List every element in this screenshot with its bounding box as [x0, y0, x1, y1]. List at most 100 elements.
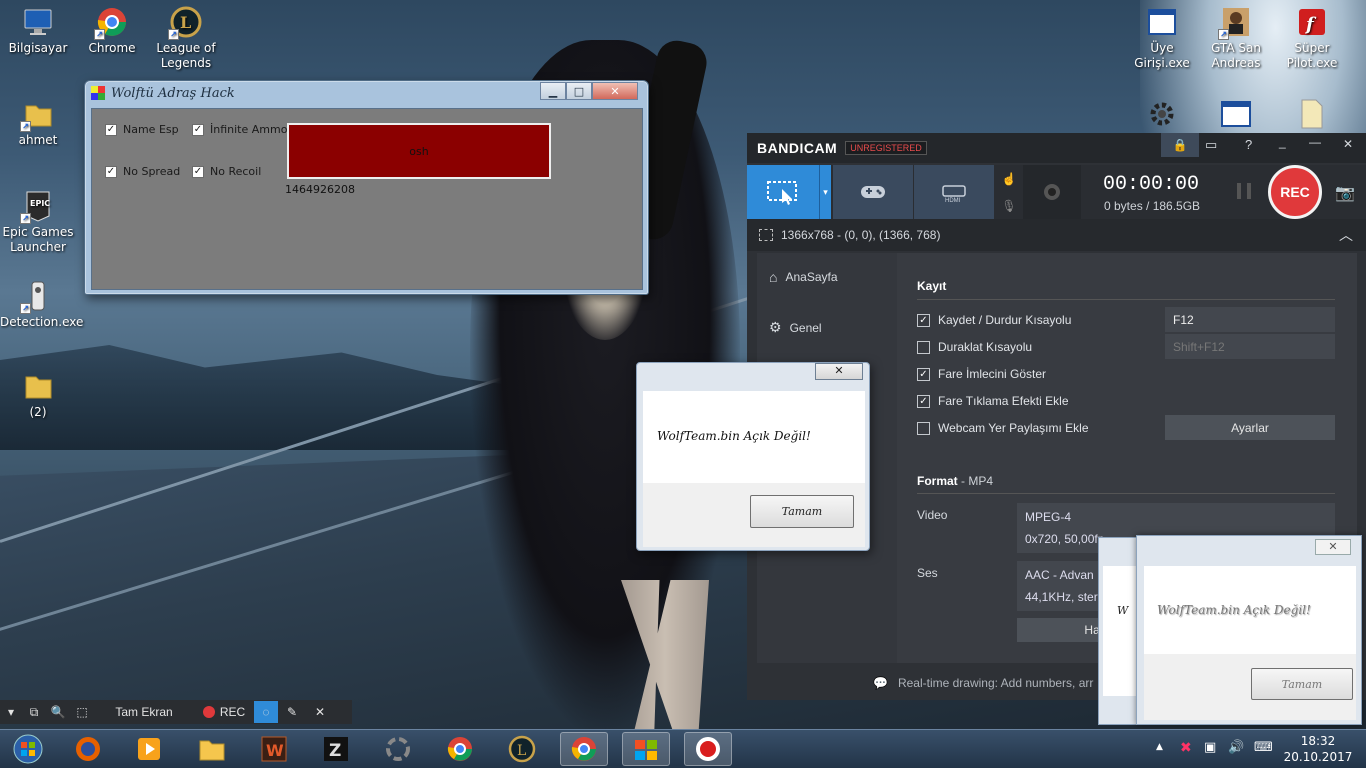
option-save-stop-shortcut[interactable]: ✓ Kaydet / Durdur Kısayolu	[917, 313, 1071, 327]
mic-icon[interactable]: 🎙	[997, 192, 1021, 219]
game-z-icon[interactable]: Z	[312, 732, 360, 766]
desktop-icon-folder-2[interactable]: (2)	[0, 370, 76, 420]
maximize-button[interactable]: □	[566, 82, 592, 100]
desktop-icon-ahmet[interactable]: ↗ ahmet	[0, 98, 76, 148]
loading-icon[interactable]	[374, 732, 422, 766]
option-click-effect[interactable]: ✓ Fare Tıklama Efekti Ekle	[917, 394, 1069, 408]
close-button[interactable]: ✕	[592, 82, 638, 100]
chrome-icon[interactable]	[560, 732, 608, 766]
footer-tip[interactable]: 💬 Real-time drawing: Add numbers, arr	[873, 676, 1093, 690]
chrome-icon: ↗	[94, 6, 128, 40]
chrome-icon[interactable]	[436, 732, 484, 766]
region-bar[interactable]: 1366x768 - (0, 0), (1366, 768) ︿	[747, 219, 1366, 251]
dialog-message: WolfTeam.bin Açık Değil!	[657, 429, 811, 443]
dialog-close-icon[interactable]: ✕	[815, 363, 863, 380]
checkbox-name-esp[interactable]: ✓ Name Esp	[105, 123, 179, 136]
league-icon[interactable]: L	[498, 732, 546, 766]
fullscreen-label[interactable]: Tam Ekran	[94, 705, 194, 719]
svg-text:W: W	[266, 741, 284, 760]
unregistered-badge: UNREGISTERED	[845, 141, 927, 155]
collapse-icon[interactable]: _	[1279, 135, 1286, 149]
folder-icon[interactable]: ▭	[1205, 137, 1217, 153]
windows-app-icon[interactable]	[622, 732, 670, 766]
option-pause-shortcut[interactable]: Duraklat Kısayolu	[917, 340, 1032, 354]
search-icon[interactable]: 🔍	[46, 705, 70, 719]
hotkey-field-record[interactable]: F12	[1165, 307, 1335, 332]
desktop-icon-detection[interactable]: ↗ Detection.exe	[0, 280, 83, 330]
pause-icon[interactable]	[1237, 183, 1251, 199]
dropdown-icon[interactable]: ▾	[0, 705, 22, 719]
svg-text:L: L	[517, 743, 526, 759]
bandicam-titlebar[interactable]: BANDICAM UNREGISTERED 🔒 ▭ ? _ — ✕	[747, 133, 1366, 163]
camera-icon[interactable]: 📷	[1335, 183, 1355, 203]
sidebar-item-genel[interactable]: ⚙ Genel	[769, 319, 822, 336]
ok-button[interactable]: Tamam	[750, 495, 854, 528]
desktop-icon-league[interactable]: L ↗ League of Legends	[148, 6, 224, 71]
settings-button[interactable]: Ayarlar	[1165, 415, 1335, 440]
ghost-close-icon[interactable]: ✕	[1315, 539, 1351, 555]
bandicam-rec-icon[interactable]	[684, 732, 732, 766]
toolbar-capture-icon[interactable]: ◌	[254, 701, 278, 723]
webcam-button[interactable]	[1023, 165, 1081, 219]
desktop-icon-label: Bilgisayar	[8, 41, 68, 55]
desktop-icon-label: Üye Girişi.exe	[1134, 41, 1190, 70]
file-size: 0 bytes / 186.5GB	[1104, 199, 1201, 213]
file-shortcut-icon[interactable]	[1296, 96, 1328, 130]
epic-games-icon: EPIC ↗	[20, 190, 54, 224]
screen-mode-dropdown[interactable]: ▾	[819, 165, 831, 219]
clock[interactable]: 18:32 20.10.2017	[1282, 733, 1354, 765]
chevron-up-icon[interactable]: ︿	[1339, 225, 1353, 245]
pencil-icon[interactable]: ✎	[278, 705, 306, 719]
game-w-icon[interactable]: W	[250, 732, 298, 766]
desktop-icon-chrome[interactable]: ↗ Chrome	[74, 6, 150, 56]
hotkey-field-pause[interactable]: Shift+F12	[1165, 334, 1335, 359]
desktop-icon-super-pilot[interactable]: f Süper Pilot.exe	[1274, 6, 1350, 71]
osh-button[interactable]: osh	[287, 123, 551, 179]
home-icon: ⌂	[769, 269, 778, 285]
minimize-button[interactable]: ▁	[540, 82, 566, 100]
desktop-icon-gta[interactable]: ↗ GTA San Andreas	[1198, 6, 1274, 71]
tray-app-icon[interactable]: ✖	[1180, 740, 1192, 756]
desktop-icon-epic[interactable]: EPIC ↗ Epic Games Launcher	[0, 190, 76, 255]
hack-window-client: ✓ Name Esp ✓ İnfinite Ammo ✓ No Spread ✓ No …	[91, 108, 643, 290]
window-app-icon	[1146, 6, 1178, 38]
sidebar-item-anasayfa[interactable]: ⌂ AnaSayfa	[769, 269, 838, 285]
cursor-icon[interactable]: ☝	[997, 165, 1021, 192]
close-icon[interactable]: ✕	[1343, 137, 1353, 151]
rec-button[interactable]: REC	[1268, 165, 1322, 219]
desktop-icon-label: Chrome	[88, 41, 136, 55]
media-player-icon[interactable]	[125, 732, 173, 766]
volume-icon[interactable]: 🔊	[1228, 740, 1244, 755]
region-select-icon[interactable]: ⬚	[70, 705, 94, 719]
option-show-cursor[interactable]: ✓ Fare İmlecini Göster	[917, 367, 1046, 381]
firefox-icon[interactable]	[64, 732, 112, 766]
desktop-icon-uye-girisi[interactable]: Üye Girişi.exe	[1124, 6, 1200, 71]
tray-expand-icon[interactable]: ▲	[1156, 742, 1163, 752]
window-icon[interactable]: ⧉	[22, 705, 46, 720]
gear-shortcut-icon[interactable]	[1146, 98, 1178, 130]
hdmi-mode-button[interactable]: HDMI	[914, 165, 994, 219]
network-icon[interactable]: ▣	[1204, 740, 1216, 755]
toolbar-rec-button[interactable]: REC	[194, 705, 254, 719]
screen-mode-button[interactable]	[747, 165, 819, 219]
divider	[917, 493, 1335, 494]
svg-text:EPIC: EPIC	[30, 199, 50, 208]
desktop-icon-bilgisayar[interactable]: Bilgisayar	[0, 6, 76, 56]
minimize-icon[interactable]: —	[1309, 135, 1321, 149]
desktop-icon-label: Epic Games Launcher	[2, 225, 74, 254]
windows-start-icon[interactable]	[4, 732, 52, 766]
window-shortcut-icon[interactable]	[1220, 100, 1252, 130]
ghost-ok-button[interactable]: Tamam	[1251, 668, 1353, 700]
checkbox-no-recoil[interactable]: ✓ No Recoil	[192, 165, 261, 178]
checkbox-no-spread[interactable]: ✓ No Spread	[105, 165, 180, 178]
lock-icon[interactable]: 🔒	[1161, 133, 1199, 157]
help-icon[interactable]: ?	[1245, 137, 1252, 152]
checkbox-infinite-ammo[interactable]: ✓ İnfinite Ammo	[192, 123, 287, 136]
ghost-dialog-text: W	[1117, 604, 1129, 617]
desktop-icon-label: ahmet	[18, 133, 58, 147]
option-webcam-overlay[interactable]: Webcam Yer Paylaşımı Ekle	[917, 421, 1089, 435]
toolbar-close-icon[interactable]: ✕	[306, 705, 334, 719]
game-mode-button[interactable]	[833, 165, 913, 219]
language-icon[interactable]: ⌨	[1254, 740, 1273, 755]
file-explorer-icon[interactable]	[188, 732, 236, 766]
